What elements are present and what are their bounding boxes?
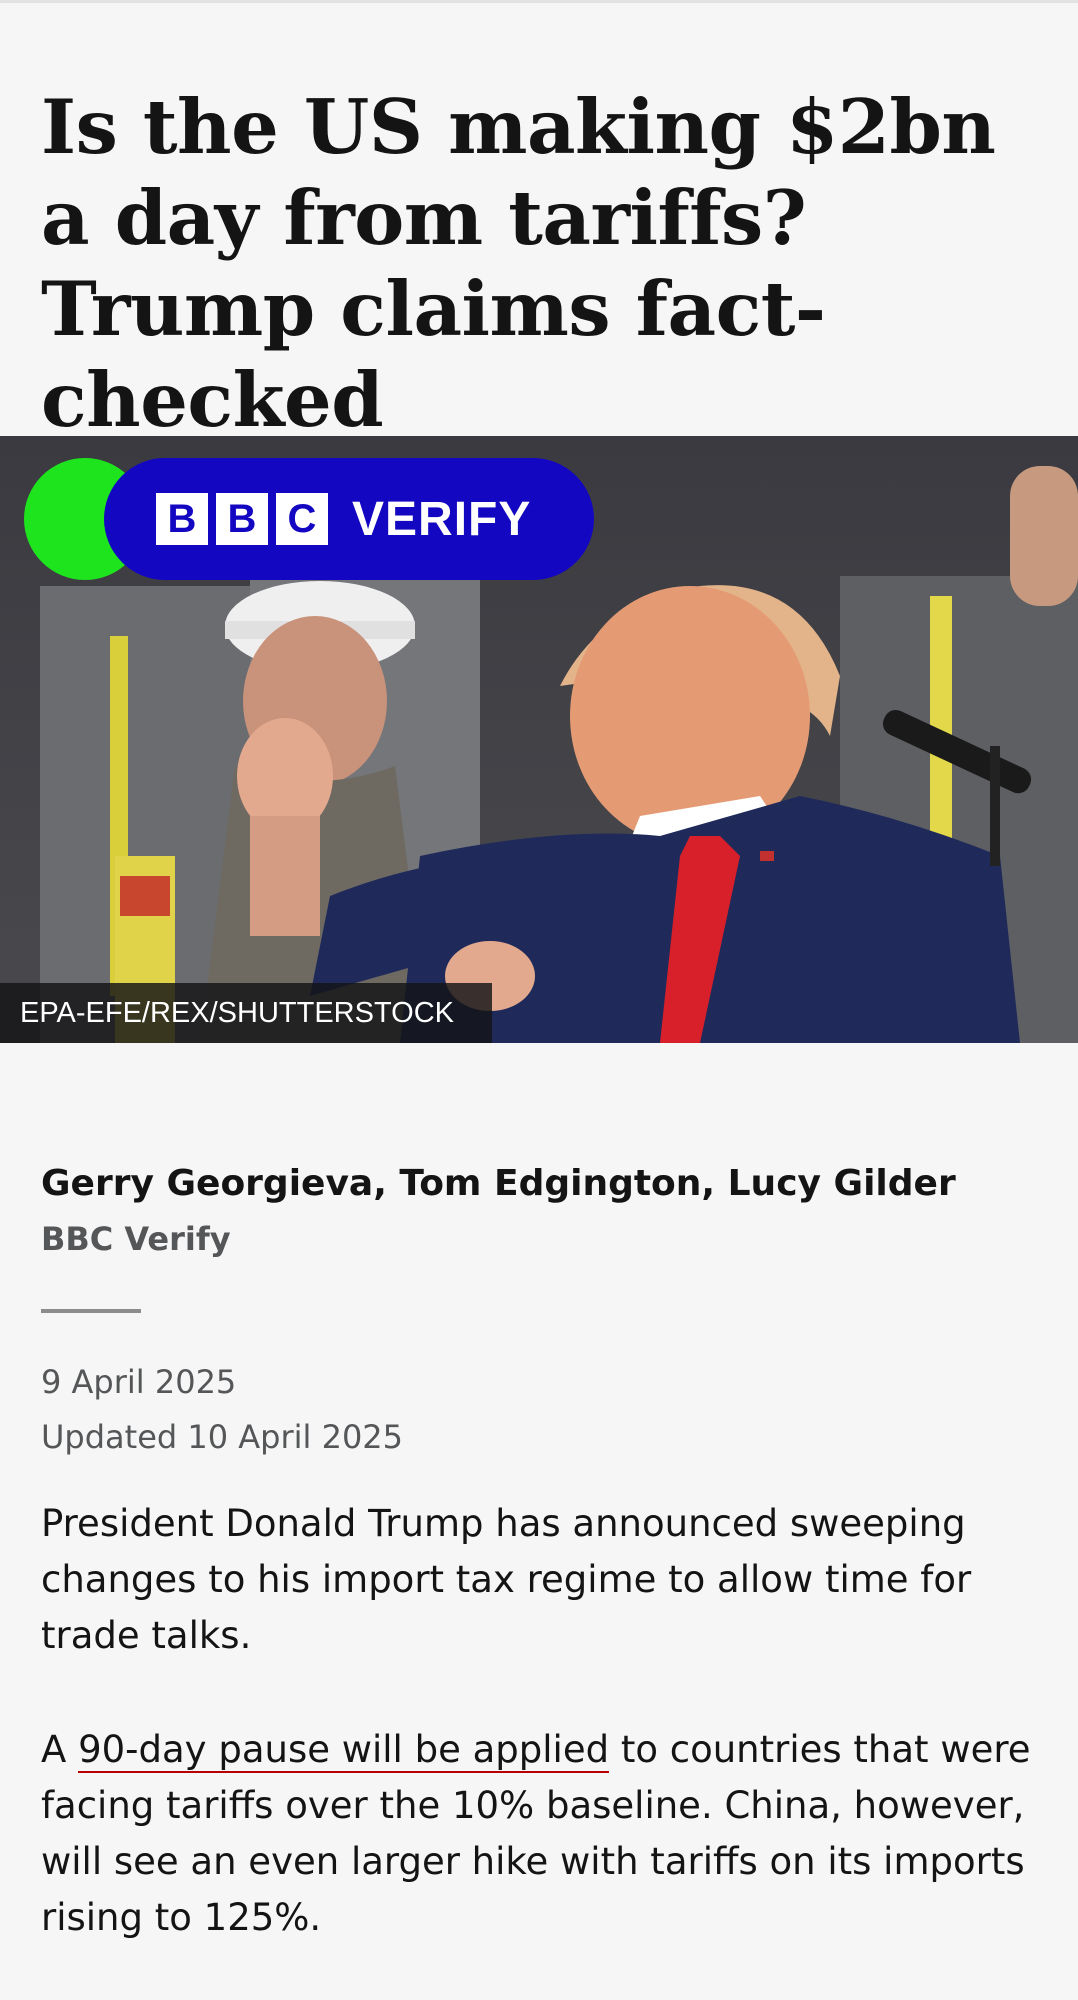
bbc-verify-badge: B B C VERIFY	[24, 458, 594, 580]
byline-divider	[41, 1309, 141, 1313]
body-paragraph: President Donald Trump has announced swe…	[41, 1502, 972, 1657]
bbc-logo-letter: B	[216, 493, 268, 545]
verify-pill: B B C VERIFY	[104, 458, 594, 580]
article-dates: 9 April 2025 Updated 10 April 2025	[41, 1355, 403, 1465]
verify-label: VERIFY	[352, 492, 532, 546]
published-date: 9 April 2025	[41, 1363, 237, 1401]
top-divider	[0, 0, 1078, 3]
byline: Gerry Georgieva, Tom Edgington, Lucy Gil…	[41, 1160, 1041, 1259]
byline-authors: Gerry Georgieva, Tom Edgington, Lucy Gil…	[41, 1163, 956, 1204]
bbc-logo-letter: C	[276, 493, 328, 545]
bbc-logo-letter: B	[156, 493, 208, 545]
photo-credit: EPA-EFE/REX/SHUTTERSTOCK	[0, 983, 492, 1043]
hero-image[interactable]: B B C VERIFY EPA-EFE/REX/SHUTTERSTOCK	[0, 436, 1078, 1043]
paragraph-text: A	[41, 1728, 79, 1771]
byline-team: BBC Verify	[41, 1220, 231, 1258]
article-headline: Is the US making $2bn a day from tariffs…	[41, 83, 996, 444]
body-paragraph: A 90-day pause will be applied to countr…	[41, 1722, 1051, 1946]
bbc-logo: B B C	[156, 493, 328, 545]
updated-date: Updated 10 April 2025	[41, 1418, 404, 1456]
inline-article-link[interactable]: 90-day pause will be applied	[78, 1728, 610, 1773]
